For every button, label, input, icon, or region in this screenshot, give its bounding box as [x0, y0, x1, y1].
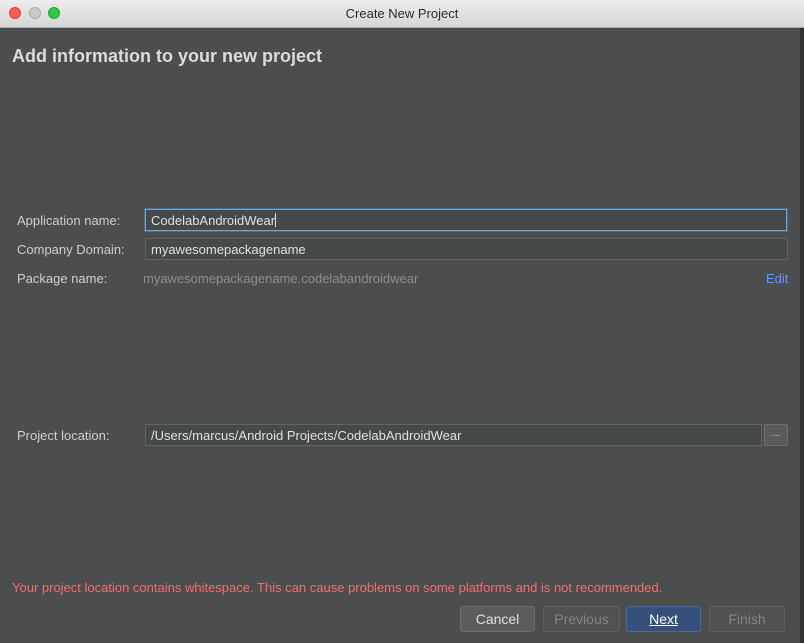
edit-package-name-link[interactable]: Edit — [766, 271, 788, 286]
window-edge — [800, 28, 804, 643]
window-titlebar: Create New Project — [0, 0, 804, 28]
application-name-label: Application name: — [17, 213, 121, 228]
company-domain-input[interactable]: myawesomepackagename — [145, 238, 788, 260]
application-name-input[interactable]: CodelabAndroidWear — [145, 209, 787, 231]
whitespace-warning-message: Your project location contains whitespac… — [12, 580, 663, 595]
previous-button[interactable]: Previous — [543, 606, 620, 632]
browse-location-button[interactable]: ... — [764, 424, 788, 446]
package-name-value: myawesomepackagename.codelabandroidwear — [143, 271, 419, 286]
text-cursor — [275, 213, 277, 227]
project-location-input[interactable]: /Users/marcus/Android Projects/CodelabAn… — [145, 424, 762, 446]
next-button-label: Next — [649, 611, 678, 627]
company-domain-value: myawesomepackagename — [151, 242, 306, 257]
finish-button[interactable]: Finish — [709, 606, 785, 632]
page-title: Add information to your new project — [12, 46, 322, 66]
dialog-content — [0, 28, 804, 643]
window-title: Create New Project — [345, 6, 459, 21]
project-location-value: /Users/marcus/Android Projects/CodelabAn… — [151, 428, 462, 443]
application-name-value: CodelabAndroidWear — [151, 213, 276, 228]
company-domain-label: Company Domain: — [17, 242, 125, 257]
cancel-button[interactable]: Cancel — [460, 606, 535, 632]
project-location-label: Project location: — [17, 428, 110, 443]
next-button[interactable]: Next — [626, 606, 701, 632]
package-name-label: Package name: — [17, 271, 108, 286]
